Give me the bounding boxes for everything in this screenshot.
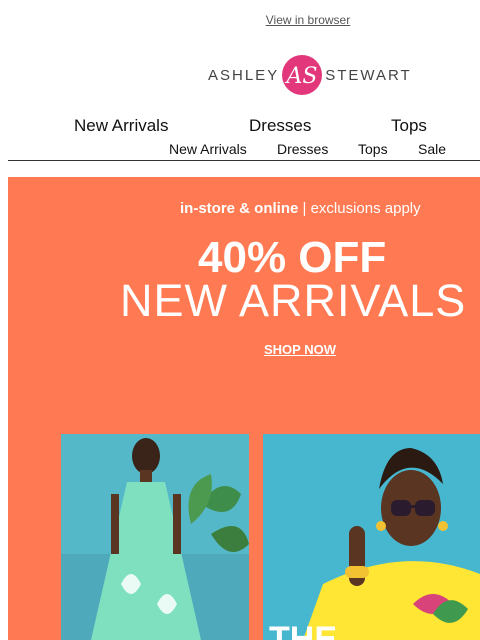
nav-primary-dresses[interactable]: Dresses: [249, 116, 311, 136]
nav-secondary-tops[interactable]: Tops: [358, 141, 388, 157]
model-teal-dress-image: [61, 434, 249, 640]
product-photo-right[interactable]: THE: [263, 434, 480, 640]
photo-caption: THE: [269, 620, 337, 640]
brand-logo[interactable]: ASHLEY AS STEWART: [208, 54, 412, 96]
logo-word-left: ASHLEY: [208, 66, 280, 84]
nav-secondary-dresses[interactable]: Dresses: [277, 141, 328, 157]
nav-secondary-sale[interactable]: Sale: [418, 141, 446, 157]
promo-banner[interactable]: in-store & online | exclusions apply 40%…: [8, 177, 480, 640]
banner-tagline: in-store & online | exclusions apply: [180, 200, 421, 217]
banner-headline: NEW ARRIVALS: [120, 275, 467, 326]
nav-secondary-new-arrivals[interactable]: New Arrivals: [169, 141, 247, 157]
banner-tag-rest: | exclusions apply: [298, 200, 421, 217]
product-photo-left[interactable]: [61, 434, 249, 640]
nav-divider: [8, 160, 480, 161]
shop-now-link[interactable]: SHOP NOW: [264, 342, 336, 357]
logo-word-right: STEWART: [325, 66, 412, 84]
nav-primary-new-arrivals[interactable]: New Arrivals: [74, 116, 168, 136]
logo-mark-letters: AS: [285, 64, 318, 89]
model-yellow-top-image: [263, 434, 480, 640]
nav-primary-tops[interactable]: Tops: [391, 116, 427, 136]
view-in-browser-link[interactable]: View in browser: [0, 13, 480, 27]
banner-tag-bold: in-store & online: [180, 200, 299, 217]
logo-mark-icon: AS: [282, 55, 323, 95]
